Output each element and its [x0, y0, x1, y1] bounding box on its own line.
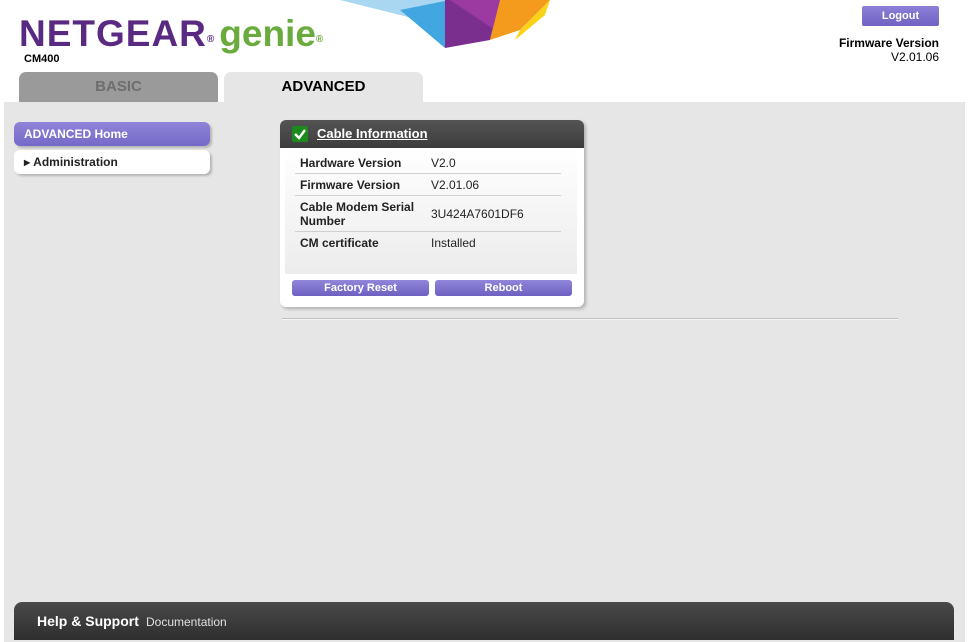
- tab-advanced[interactable]: ADVANCED: [224, 72, 423, 102]
- netgear-genie-logo: NETGEAR® genie®: [19, 10, 324, 58]
- sidebar-item-label: ADVANCED Home: [24, 127, 128, 141]
- registered-mark: ®: [206, 34, 216, 45]
- row-value: Installed: [431, 236, 476, 250]
- caret-right-icon: ▶: [24, 158, 31, 167]
- row-value: 3U424A7601DF6: [426, 195, 561, 232]
- logo-brand-text: NETGEAR: [19, 13, 207, 54]
- logout-button[interactable]: Logout: [862, 6, 939, 26]
- decorative-art: [340, 0, 550, 48]
- sidebar-item-advanced-home[interactable]: ADVANCED Home: [14, 122, 210, 146]
- model-name: CM400: [24, 53, 60, 65]
- factory-reset-button[interactable]: Factory Reset: [292, 280, 429, 296]
- row-key: Hardware Version: [295, 152, 426, 174]
- row-key: Cable Modem Serial Number: [295, 195, 426, 232]
- firmware-version-label: Firmware Version: [838, 36, 939, 50]
- header: NETGEAR® genie® CM400 Logout Firmware Ver…: [0, 0, 969, 102]
- cable-information-panel: Cable Information Hardware Version V2.0 …: [280, 120, 584, 307]
- row-key: CM certificate: [300, 236, 379, 250]
- main-content: ADVANCED Home ▶ Administration Cable Info…: [4, 102, 965, 642]
- info-table: Hardware Version V2.0 Firmware Version V…: [295, 152, 561, 253]
- sidebar-item-label: Administration: [33, 155, 118, 169]
- panel-title-link[interactable]: Cable Information: [317, 126, 428, 141]
- footer-bar: Help & Support Documentation: [14, 602, 954, 640]
- row-value: V2.01.06: [426, 173, 561, 196]
- row-value: V2.0: [426, 152, 561, 174]
- table-row: Cable Modem Serial Number 3U424A7601DF6: [295, 195, 561, 232]
- help-support-link[interactable]: Help & Support: [37, 613, 139, 629]
- firmware-version-value: V2.01.06: [890, 50, 939, 64]
- table-row: Hardware Version V2.0: [295, 152, 561, 174]
- table-row: Firmware Version V2.01.06: [295, 173, 561, 196]
- panel-body: Hardware Version V2.0 Firmware Version V…: [285, 148, 577, 274]
- table-row: CM certificate Installed: [295, 232, 561, 254]
- panel-header: Cable Information: [280, 120, 584, 148]
- sidebar-item-administration[interactable]: ▶ Administration: [14, 150, 210, 174]
- documentation-link[interactable]: Documentation: [146, 615, 227, 629]
- divider: [282, 318, 898, 320]
- row-key: Firmware Version: [295, 173, 426, 196]
- tab-basic[interactable]: BASIC: [19, 72, 218, 102]
- check-icon: [292, 126, 308, 142]
- reboot-button[interactable]: Reboot: [435, 280, 572, 296]
